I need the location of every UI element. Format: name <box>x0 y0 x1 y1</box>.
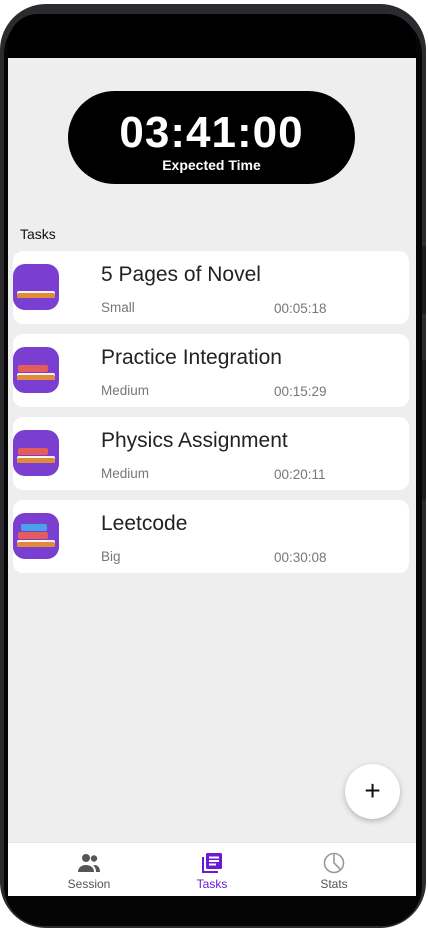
books-icon <box>13 264 59 310</box>
task-card[interactable]: Leetcode Big 00:30:08 <box>13 500 409 573</box>
nav-label: Stats <box>320 877 348 891</box>
task-card[interactable]: Physics Assignment Medium 00:20:11 <box>13 417 409 490</box>
books-icon <box>13 347 59 393</box>
task-size: Medium <box>101 383 150 398</box>
books-icon <box>13 513 59 559</box>
nav-label: Session <box>67 877 111 891</box>
phone-mockup: 03:41:00 Expected Time Tasks 5 Pages of … <box>0 0 428 929</box>
task-title: Practice Integration <box>101 346 282 369</box>
bottom-navigation: Session Tasks Stats <box>8 842 416 896</box>
status-bar <box>8 14 416 58</box>
task-title: 5 Pages of Novel <box>101 263 261 286</box>
task-size: Big <box>101 549 121 564</box>
people-icon <box>78 854 100 872</box>
task-title: Physics Assignment <box>101 429 288 452</box>
volume-button <box>422 360 426 500</box>
task-time: 00:20:11 <box>274 467 326 482</box>
books-icon <box>13 430 59 476</box>
task-size: Small <box>101 300 135 315</box>
timer-value: 03:41:00 <box>119 108 304 157</box>
task-list: 5 Pages of Novel Small 00:05:18 Practice… <box>13 251 409 583</box>
nav-label: Tasks <box>196 877 228 891</box>
task-size: Medium <box>101 466 150 481</box>
task-time: 00:15:29 <box>274 384 327 399</box>
list-icon <box>202 853 222 873</box>
nav-item-session[interactable]: Session <box>34 843 144 896</box>
nav-item-stats[interactable]: Stats <box>279 843 389 896</box>
expected-time-card: 03:41:00 Expected Time <box>68 91 355 184</box>
task-time: 00:30:08 <box>274 550 327 565</box>
task-card[interactable]: Practice Integration Medium 00:15:29 <box>13 334 409 407</box>
timer-caption: Expected Time <box>162 157 261 173</box>
pie-chart-icon <box>323 852 345 874</box>
tasks-section-title: Tasks <box>20 226 56 242</box>
power-button <box>422 246 426 314</box>
app-screen: 03:41:00 Expected Time Tasks 5 Pages of … <box>8 58 416 896</box>
task-title: Leetcode <box>101 512 188 535</box>
nav-item-tasks[interactable]: Tasks <box>157 843 267 896</box>
add-task-button[interactable]: + <box>345 764 400 819</box>
task-time: 00:05:18 <box>274 301 327 316</box>
task-card[interactable]: 5 Pages of Novel Small 00:05:18 <box>13 251 409 324</box>
